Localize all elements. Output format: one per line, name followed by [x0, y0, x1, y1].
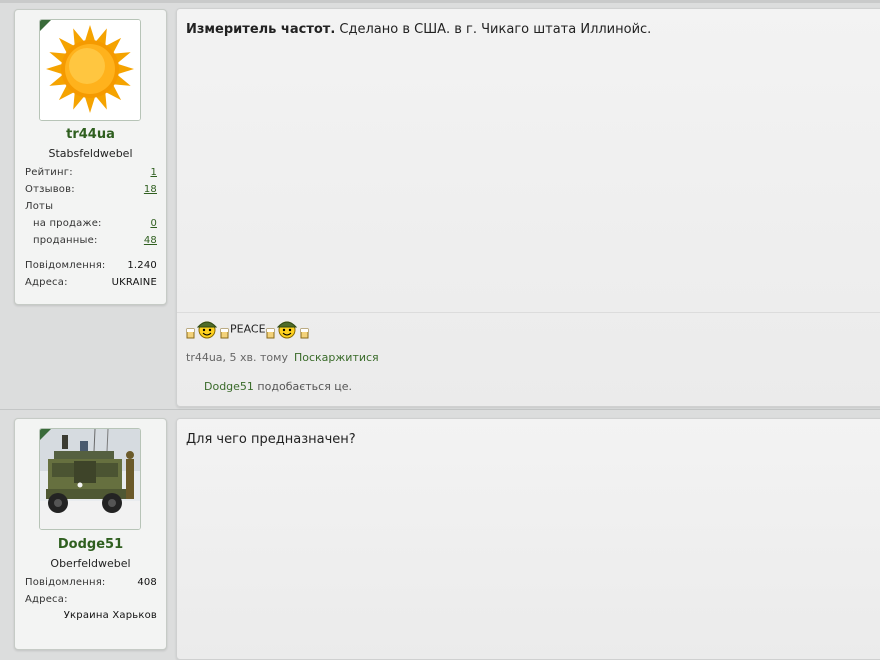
user-info-panel: tr44ua Stabsfeldwebel Рейтинг: 1 Отзывов… — [14, 9, 167, 305]
message-content: Измеритель частот. Сделано в США. в г. Ч… — [176, 8, 880, 407]
likes-summary: Dodge51 подобається це. — [204, 380, 352, 393]
stat-label: Рейтинг: — [25, 167, 73, 178]
meta-time[interactable]: , 5 хв. тому — [223, 351, 288, 364]
report-link[interactable]: Поскаржитися — [294, 351, 379, 364]
user-avatar[interactable] — [39, 19, 141, 121]
username-link[interactable]: tr44ua — [15, 127, 166, 142]
stat-lots: Лоты — [25, 201, 157, 217]
username-link[interactable]: Dodge51 — [15, 537, 166, 552]
stat-label: Адреса: — [25, 594, 68, 605]
user-rank-title: Stabsfeldwebel — [48, 147, 133, 160]
avatar-corner-marker — [40, 429, 51, 440]
stat-address: Адреса: — [25, 594, 157, 610]
message-text: Измеритель частот. Сделано в США. в г. Ч… — [186, 22, 651, 37]
on-sale-link[interactable]: 0 — [150, 218, 157, 229]
reviews-link[interactable]: 18 — [144, 184, 157, 195]
stat-label: Адреса: — [25, 277, 68, 288]
military-truck-avatar-icon — [40, 429, 140, 529]
stat-reviews: Отзывов: 18 — [25, 184, 157, 200]
avatar-corner-marker — [40, 20, 51, 31]
address-value: Украина Харьков — [63, 610, 157, 621]
stat-messages: Повідомлення: 1.240 — [25, 260, 157, 276]
messages-count: 1.240 — [127, 260, 157, 271]
user-rank-title: Oberfeldwebel — [50, 557, 131, 570]
smiley-soldier-beer-icon — [186, 321, 229, 339]
message-body-text: Сделано в США. в г. Чикаго штата Иллиной… — [335, 22, 652, 37]
stat-on-sale: на продаже: 0 — [25, 218, 157, 234]
stat-label: проданные: — [33, 235, 98, 246]
user-info-panel: Dodge51 Oberfeldwebel Повідомлення: 408 … — [14, 418, 167, 650]
sold-link[interactable]: 48 — [144, 235, 157, 246]
stat-address: Адреса: UKRAINE — [25, 277, 157, 293]
stat-label: Повідомлення: — [25, 260, 106, 271]
messages-count: 408 — [137, 577, 157, 588]
signature-text: PEACE — [230, 322, 266, 336]
message-bold-text: Измеритель частот. — [186, 22, 336, 37]
stat-label: Лоты — [25, 201, 54, 212]
message-meta: tr44ua, 5 хв. тому Поскаржитися — [186, 351, 379, 364]
address-value: UKRAINE — [111, 277, 157, 288]
message-text: Для чего предназначен? — [186, 432, 356, 447]
post-separator — [0, 409, 880, 410]
user-avatar[interactable] — [39, 428, 141, 530]
signature: PEACE — [186, 318, 310, 340]
stat-messages: Повідомлення: 408 — [25, 577, 157, 593]
stat-sold: проданные: 48 — [25, 235, 157, 251]
top-edge — [0, 0, 880, 3]
stat-label: Повідомлення: — [25, 577, 106, 588]
stat-label: на продаже: — [33, 218, 102, 229]
message-content: Для чего предназначен? — [176, 418, 880, 660]
smiley-soldier-beer-icon — [266, 321, 309, 339]
sun-avatar-icon — [40, 20, 140, 120]
meta-author[interactable]: tr44ua — [186, 351, 223, 364]
rating-link[interactable]: 1 — [150, 167, 157, 178]
liker-link[interactable]: Dodge51 — [204, 380, 254, 393]
likes-text: подобається це. — [253, 380, 353, 393]
stat-label: Отзывов: — [25, 184, 75, 195]
signature-divider — [177, 312, 880, 313]
stat-address-value: Украина Харьков — [25, 610, 157, 626]
stat-rating: Рейтинг: 1 — [25, 167, 157, 183]
